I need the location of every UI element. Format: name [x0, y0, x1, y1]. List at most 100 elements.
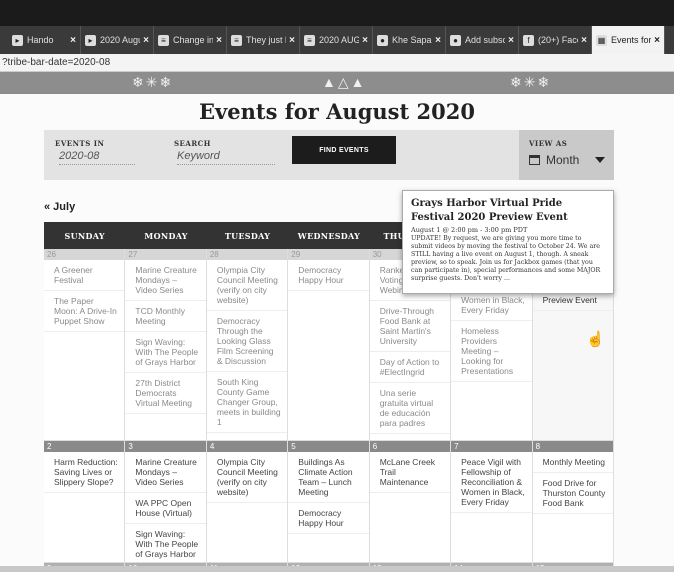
browser-tab[interactable]: ≡ They just l × [227, 26, 300, 54]
snowflake-icon: ❄✳❄ [510, 74, 552, 90]
calendar-day-cell[interactable]: 4 Olympia City Council Meeting (verify on… [206, 441, 289, 563]
close-icon[interactable]: × [508, 35, 514, 46]
event-link[interactable]: Day of Action to #ElectIngrid [369, 352, 451, 383]
facebook-icon: f [523, 34, 534, 46]
event-link[interactable]: Olympia City Council Meeting (verify on … [206, 452, 288, 503]
tab-label: Khe Sapa [392, 35, 432, 45]
browser-tab[interactable]: ▸ 2020 Augu × [81, 26, 154, 54]
tab-label: 2020 Augu [100, 35, 141, 45]
event-link[interactable]: Olympia City Council Meeting (verify on … [206, 260, 288, 311]
tab-label: Events for [611, 35, 652, 45]
calendar-day-cell[interactable]: 5 Buildings As Climate Action Team – Lunc… [288, 441, 370, 563]
find-events-button[interactable]: FIND EVENTS [292, 136, 396, 164]
tooltip-description: UPDATE! By request, we are giving you mo… [411, 235, 601, 282]
calendar-day-cell[interactable]: 26 A Greener Festival The Paper Moon: A Dr… [44, 249, 126, 441]
calendar-day-cell[interactable]: 7 Peace Vigil with Fellowship of Reconcil… [451, 441, 533, 563]
browser-tab[interactable]: ≡ 2020 AUG × [300, 26, 373, 54]
event-link[interactable]: Marine Creature Mondays – Video Series [125, 260, 206, 301]
close-icon[interactable]: × [143, 35, 149, 46]
view-as-value: Month [546, 153, 580, 167]
calendar-day-cell[interactable]: 29 Democracy Happy Hour [288, 249, 370, 441]
event-link[interactable]: Democracy Happy Hour [288, 260, 369, 291]
day-number[interactable]: 27 [125, 249, 206, 260]
event-link[interactable]: TCD Monthly Meeting [125, 301, 206, 332]
day-number[interactable]: 29 [288, 249, 369, 260]
globe-icon: ● [377, 34, 388, 46]
browser-tab[interactable]: ● Add subsc × [446, 26, 519, 54]
close-icon[interactable]: × [362, 35, 368, 46]
event-link[interactable]: Marine Creature Mondays – Video Series [125, 452, 206, 493]
page-icon: ▸ [85, 34, 96, 46]
address-text: ?tribe-bar-date=2020-08 [2, 57, 111, 68]
event-link[interactable]: Homeless Providers Meeting – Looking for… [451, 321, 532, 382]
search-label: SEARCH [174, 139, 211, 148]
browser-tab[interactable]: ≡ Change in × [154, 26, 227, 54]
event-link[interactable]: Drive-Through Food Bank at Saint Martin'… [369, 301, 451, 352]
calendar-day-cell[interactable]: 6 McLane Creek Trail Maintenance [369, 441, 452, 563]
event-link[interactable]: The Paper Moon: A Drive-In Puppet Show [44, 291, 125, 332]
close-icon[interactable]: × [435, 35, 441, 46]
day-number[interactable]: 2 [44, 441, 125, 452]
tooltip-title[interactable]: Grays Harbor Virtual Pride Festival 2020… [411, 197, 605, 225]
event-link[interactable]: Peace Vigil with Fellowship of Reconcili… [451, 452, 532, 513]
event-link[interactable]: McLane Creek Trail Maintenance [369, 452, 451, 493]
previous-month-link[interactable]: « July [44, 201, 75, 213]
calendar-day-cell[interactable]: 2 Harm Reduction: Saving Lives or Slipper… [44, 441, 126, 563]
day-number[interactable]: 5 [288, 441, 369, 452]
close-icon[interactable]: × [654, 35, 660, 46]
day-number[interactable]: 7 [451, 441, 532, 452]
calendar-day-cell[interactable]: 3 Marine Creature Mondays – Video Series W… [125, 441, 207, 563]
tab-label: They just l [246, 35, 287, 45]
view-as-label: VIEW AS [529, 139, 568, 148]
calendar-icon: ▦ [596, 34, 607, 46]
event-link[interactable]: 27th District Democrats Virtual Meeting [125, 373, 206, 414]
address-bar[interactable]: ?tribe-bar-date=2020-08 [0, 54, 674, 72]
event-link[interactable]: South King County Game Changer Group, me… [206, 372, 288, 433]
event-link[interactable]: Monthly Meeting [532, 452, 613, 473]
browser-tab[interactable]: ● Khe Sapa × [373, 26, 446, 54]
search-input[interactable]: Keyword [177, 150, 275, 165]
tab-label: Change in [173, 35, 214, 45]
event-link[interactable]: Sign Waving: With The People of Grays Ha… [125, 524, 205, 562]
event-link[interactable]: Una serie gratuita virtual de educación … [369, 383, 451, 434]
calendar-day-cell[interactable]: 28 Olympia City Council Meeting (verify o… [206, 249, 289, 441]
view-as-select[interactable]: VIEW AS Month [519, 130, 614, 180]
event-link[interactable]: Buildings As Climate Action Team – Lunch… [288, 452, 369, 503]
event-link[interactable]: A Greener Festival [44, 260, 125, 291]
calendar-day-cell[interactable]: 27 Marine Creature Mondays – Video Series… [125, 249, 207, 441]
browser-tab[interactable]: f (20+) Face × [519, 26, 592, 54]
tab-label: 2020 AUG [319, 35, 360, 45]
globe-icon: ● [450, 34, 461, 46]
tooltip-date: August 1 @ 2:00 pm - 3:00 pm PDT [411, 226, 528, 234]
day-number[interactable]: 26 [44, 249, 125, 260]
event-link[interactable]: Food Drive for Thurston County Food Bank [532, 473, 613, 514]
close-icon[interactable]: × [581, 35, 587, 46]
calendar-day-cell[interactable]: 8 Monthly Meeting Food Drive for Thurston … [532, 441, 614, 563]
close-icon[interactable]: × [289, 35, 295, 46]
close-icon[interactable]: × [70, 35, 76, 46]
event-tooltip: Grays Harbor Virtual Pride Festival 2020… [402, 190, 614, 294]
day-number[interactable]: 6 [369, 441, 451, 452]
browser-tab[interactable]: ▦ Events for × [592, 26, 665, 54]
event-link[interactable]: Sign Waving: With The People of Grays Ha… [125, 332, 206, 373]
calendar-week: 2 Harm Reduction: Saving Lives or Slipper… [44, 441, 614, 563]
event-link[interactable]: Democracy Through the Looking Glass Film… [206, 311, 288, 372]
event-link[interactable]: Harm Reduction: Saving Lives or Slippery… [44, 452, 125, 493]
day-number[interactable]: 28 [206, 249, 288, 260]
close-icon[interactable]: × [216, 35, 222, 46]
browser-tab[interactable]: ▸ Hando × [8, 26, 81, 54]
event-link[interactable]: Democracy Happy Hour [288, 503, 369, 534]
event-filter-bar: EVENTS IN 2020-08 SEARCH Keyword FIND EV… [44, 130, 614, 180]
day-header: SUNDAY [64, 230, 105, 241]
day-number[interactable]: 3 [125, 441, 206, 452]
day-number[interactable]: 8 [532, 441, 613, 452]
events-in-input[interactable]: 2020-08 [59, 150, 135, 165]
mountain-icon: ▲△▲ [322, 74, 367, 90]
horizontal-scrollbar[interactable] [0, 566, 674, 572]
doc-icon: ≡ [158, 34, 169, 46]
event-link[interactable]: WA PPC Open House (Virtual) [125, 493, 206, 524]
site-banner: ❄✳❄ ▲△▲ ❄✳❄ [0, 72, 674, 94]
browser-tab-bar: ▸ Hando × ▸ 2020 Augu × ≡ Change in × ≡ They just … [0, 26, 674, 54]
day-number[interactable]: 4 [206, 441, 288, 452]
window-top-strip [0, 0, 674, 26]
